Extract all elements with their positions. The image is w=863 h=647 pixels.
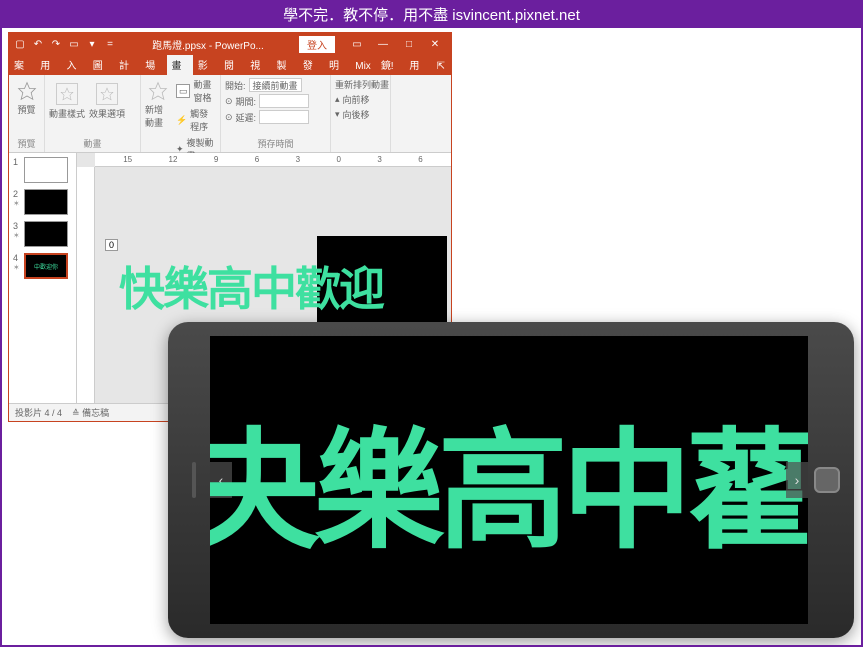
thumb-preview [24,157,68,183]
preview-label: 預覽 [17,103,35,116]
animation-styles-button[interactable]: 動畫樣式 [49,79,85,120]
thumbnail-1[interactable]: 1 [13,157,72,183]
reorder-title: 重新排列動畫 [335,77,386,92]
undo-icon[interactable]: ↶ [31,37,45,51]
duration-icon: ⊙ [225,96,233,107]
group-timing-label: 預存時間 [225,135,326,150]
thumb-num: 2 [13,189,21,199]
anim-indicator-icon: ✶ [13,231,21,240]
thumbnail-3[interactable]: 3✶ [13,221,72,247]
add-star-icon [148,81,168,101]
tablet-screen[interactable]: ‹ 夬樂高中藋 › [210,336,808,624]
ribbon-tabs: 檔案 常用 插入 繪圖 設計 轉場 動畫 投影 校閱 檢視 錄製 開發 說明 M… [9,55,451,75]
group-reorder: 重新排列動畫 ▴向前移 ▾向後移 [331,75,391,152]
up-arrow-icon: ▴ [335,94,340,105]
add-anim-label: 新增動畫 [145,103,172,129]
group-advanced: 新增動畫 ▭動畫窗格 ⚡觸發程序 ✦複製動畫 進階動畫 [141,75,221,152]
move-back-button[interactable]: ▾向後移 [335,107,386,122]
slide-counter: 投影片 4 / 4 [15,406,62,419]
horizontal-ruler: 1512963036 [95,153,451,167]
notes-button[interactable]: ≙ 備忘稿 [72,406,109,419]
group-preview: 預覽 預覽 [9,75,45,152]
pane-label: 動畫窗格 [193,78,216,104]
vertical-ruler [77,167,95,403]
preview-button[interactable]: 預覽 [17,77,37,116]
group-timing: 開始:接續前動畫 ⊙期間: ⊙延遲: 預存時間 [221,75,331,152]
collapse-ribbon-icon[interactable]: ⇱ [431,58,451,75]
group-anim-label: 動畫 [49,135,136,150]
thumb-num: 3 [13,221,21,231]
slideshow-icon[interactable]: ▭ [67,37,81,51]
start-label: 開始: [225,79,246,92]
home-button-icon[interactable] [814,467,840,493]
thumb-preview [24,221,68,247]
more-icon[interactable]: ▾ [85,37,99,51]
add-animation-button[interactable]: 新增動畫 [145,77,172,163]
banner-text: 學不完．教不停．用不盡 isvincent.pixnet.net [283,4,580,25]
signin-button[interactable]: 登入 [299,36,335,53]
close-icon[interactable]: ✕ [423,35,447,53]
duration-label: 期間: [236,95,257,108]
next-arrow-icon[interactable]: › [786,462,808,498]
back-label: 向後移 [343,108,370,121]
site-banner: 學不完．教不停．用不盡 isvincent.pixnet.net [0,0,863,28]
thumb-num: 1 [13,157,21,167]
start-select[interactable]: 接續前動畫 [249,78,302,92]
window-title: 跑馬燈.ppsx - PowerPo... [152,37,264,52]
effect-options-button[interactable]: 效果選項 [89,79,125,120]
thumbnail-2[interactable]: 2✶ [13,189,72,215]
maximize-icon[interactable]: □ [397,35,421,53]
pane-icon: ▭ [176,84,191,98]
title-bar: ▢ ↶ ↷ ▭ ▾ = 跑馬燈.ppsx - PowerPo... 登入 ▭ —… [9,33,451,55]
thumbnail-4[interactable]: 4✶ 中歡迎你 [13,253,72,279]
group-preview-label: 預覽 [17,135,35,150]
delay-label: 延遲: [236,111,257,124]
speaker-icon [192,462,196,498]
duration-input[interactable] [259,94,309,108]
anim-star-icon [60,87,74,101]
animation-pane-button[interactable]: ▭動畫窗格 [176,77,216,105]
qa-sep: = [103,37,117,51]
fwd-label: 向前移 [343,93,370,106]
down-arrow-icon: ▾ [335,109,340,120]
marquee-text[interactable]: 快樂高中歡迎 [99,253,447,319]
effect-star-icon [100,87,114,101]
tablet-marquee-text: 夬樂高中藋 [210,386,808,574]
anim-indicator-icon: ✶ [13,263,21,272]
thumb-preview: 中歡迎你 [24,253,68,279]
delay-input[interactable] [259,110,309,124]
tab-mix[interactable]: Mix [350,58,376,75]
effect-options-label: 效果選項 [89,107,125,120]
anim-style-label: 動畫樣式 [49,107,85,120]
thumb4-text: 中歡迎你 [34,262,58,271]
trigger-button[interactable]: ⚡觸發程序 [176,106,216,134]
ribbon-body: 預覽 預覽 動畫樣式 效果選項 動畫 新增動畫 [9,75,451,153]
tablet-device: ‹ 夬樂高中藋 › [168,322,854,638]
thumb-preview [24,189,68,215]
trigger-label: 觸發程序 [190,107,216,133]
thumbnail-panel[interactable]: 1 2✶ 3✶ 4✶ 中歡迎你 [9,153,77,403]
quick-access: ▢ ↶ ↷ ▭ ▾ = [13,37,117,51]
group-animation: 動畫樣式 效果選項 動畫 [45,75,141,152]
thumb-num: 4 [13,253,21,263]
delay-icon: ⊙ [225,112,233,123]
window-controls: ▭ — □ ✕ [345,35,447,53]
move-forward-button[interactable]: ▴向前移 [335,92,386,107]
save-icon[interactable]: ▢ [13,37,27,51]
group-reorder-label [335,148,386,150]
anim-indicator-icon: ✶ [13,199,21,208]
trigger-icon: ⚡ [176,115,187,126]
minimize-icon[interactable]: — [371,35,395,53]
ribbon-options-icon[interactable]: ▭ [345,35,369,53]
redo-icon[interactable]: ↷ [49,37,63,51]
star-icon [17,81,37,101]
